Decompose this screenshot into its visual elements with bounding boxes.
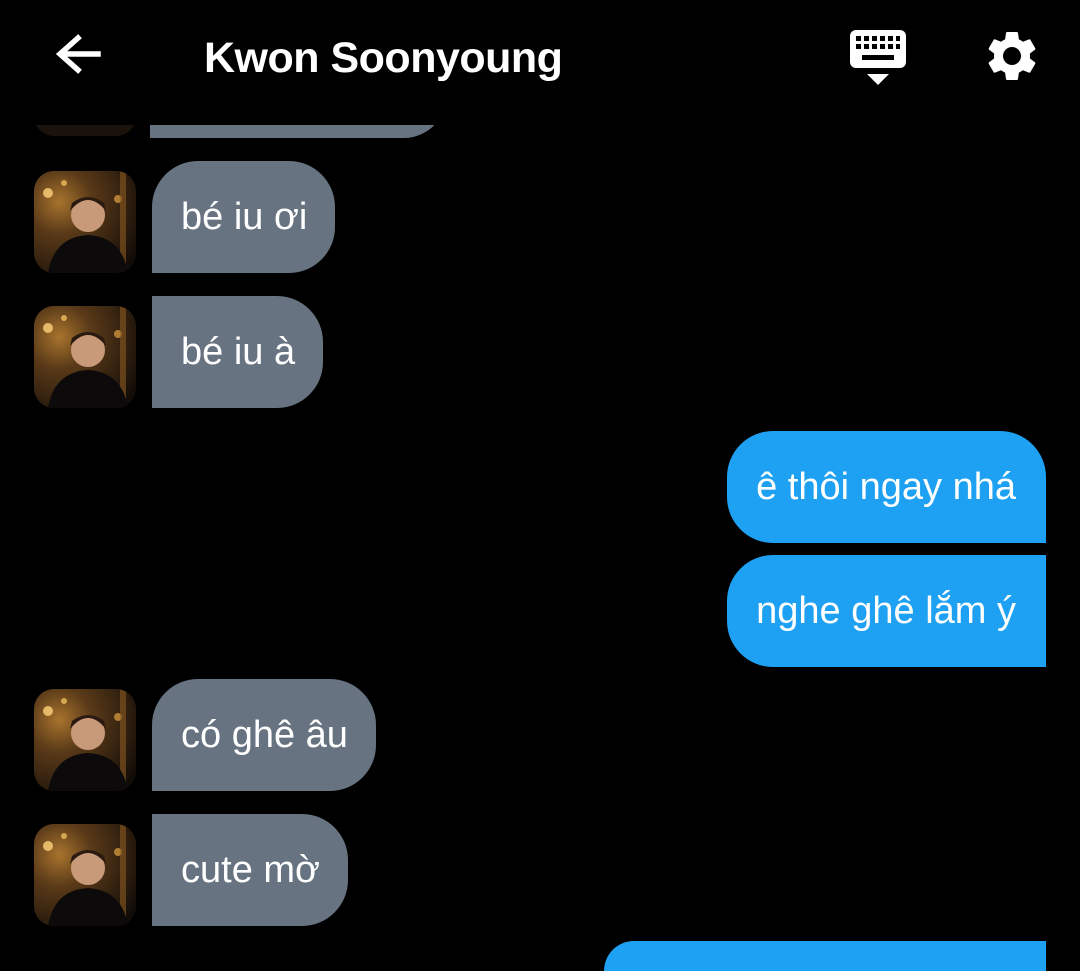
message-text: nghe ghê lắm ý <box>756 590 1016 632</box>
settings-button[interactable] <box>982 26 1042 86</box>
arrow-left-icon <box>55 34 101 74</box>
message-text: cute mờ <box>181 849 320 891</box>
message-bubble-partial <box>604 941 1046 971</box>
message-text: bé iu à <box>181 331 296 373</box>
back-button[interactable] <box>50 26 110 86</box>
message-text: có ghê âu <box>181 714 348 756</box>
message-bubble-incoming[interactable]: cute mờ <box>152 814 348 926</box>
keyboard-hide-icon <box>850 30 906 85</box>
chat-header: Kwon Soonyoung <box>0 0 1080 125</box>
message-bubble-incoming[interactable]: bé iu ơi <box>152 161 336 273</box>
avatar[interactable] <box>34 171 136 273</box>
message-bubble-outgoing[interactable]: nghe ghê lắm ý <box>727 555 1046 667</box>
message-text: bé iu ơi <box>181 196 308 238</box>
conversation-title: Kwon Soonyoung <box>204 34 563 82</box>
avatar[interactable] <box>34 689 136 791</box>
message-text: ê thôi ngay nhá <box>756 466 1016 508</box>
message-bubble-incoming[interactable]: bé iu à <box>152 296 324 408</box>
avatar[interactable] <box>34 824 136 926</box>
keyboard-hide-button[interactable] <box>846 28 910 88</box>
message-bubble-incoming[interactable]: có ghê âu <box>152 679 376 791</box>
gear-icon <box>988 31 1036 80</box>
message-list[interactable]: bé iu ơi bé iu à ê thôi ngay nhá nghe gh… <box>0 0 1080 971</box>
message-bubble-outgoing[interactable]: ê thôi ngay nhá <box>727 431 1046 543</box>
avatar[interactable] <box>34 306 136 408</box>
